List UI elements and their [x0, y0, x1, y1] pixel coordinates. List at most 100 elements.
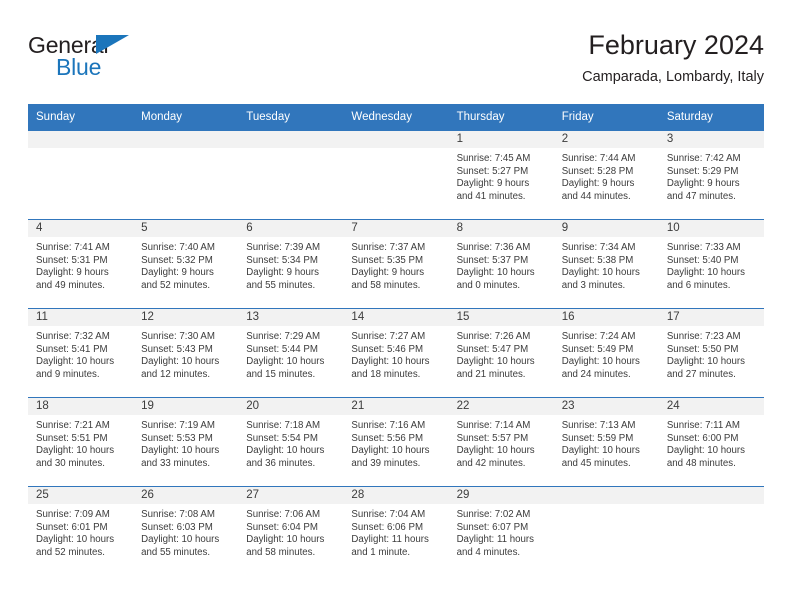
sunset-time: Sunset: 5:46 PM [351, 343, 424, 355]
sunset-time: Sunset: 6:00 PM [666, 432, 739, 444]
day-number: 16 [553, 309, 659, 326]
calendar-day-cell[interactable]: 14 Sunrise: 7:27 AM Sunset: 5:46 PM Dayligh… [343, 308, 449, 398]
sunrise-time: Sunrise: 7:18 AM [246, 420, 321, 431]
calendar-week-row: 11 Sunrise: 7:32 AM Sunset: 5:41 PM Dayligh… [28, 308, 764, 398]
daylight-duration-line2: and 48 minutes. [666, 457, 736, 469]
day-cell-inner: 2 Sunrise: 7:44 AM Sunset: 5:28 PM Daylight… [553, 131, 659, 219]
day-cell-inner: 24 Sunrise: 7:11 AM Sunset: 6:00 PM Dayligh… [658, 398, 764, 486]
calendar-day-cell[interactable]: 12 Sunrise: 7:30 AM Sunset: 5:43 PM Dayligh… [133, 308, 239, 398]
calendar-day-cell[interactable]: 13 Sunrise: 7:29 AM Sunset: 5:44 PM Dayligh… [238, 308, 344, 398]
day-cell-details: Sunrise: 7:09 AM Sunset: 6:01 PM Daylight:… [28, 504, 133, 559]
calendar-day-cell[interactable]: 7 Sunrise: 7:37 AM Sunset: 5:35 PM Daylight… [343, 219, 449, 309]
calendar-body: 1 Sunrise: 7:45 AM Sunset: 5:27 PM Daylight… [28, 130, 764, 575]
sunrise-time: Sunrise: 7:21 AM [36, 420, 110, 431]
daylight-duration-line2: and 41 minutes. [456, 190, 526, 202]
daylight-duration-line1: Daylight: 10 hours [456, 445, 535, 457]
sunset-time: Sunset: 5:54 PM [246, 432, 318, 444]
day-cell-details: Sunrise: 7:16 AM Sunset: 5:56 PM Daylight:… [343, 415, 448, 470]
calendar-day-cell[interactable]: 4 Sunrise: 7:41 AM Sunset: 5:31 PM Daylight… [28, 219, 134, 309]
day-cell-details: Sunrise: 7:26 AM Sunset: 5:47 PM Daylight:… [449, 326, 554, 381]
daylight-duration-line2: and 55 minutes. [141, 546, 211, 558]
day-cell-inner: 17 Sunrise: 7:23 AM Sunset: 5:50 PM Dayligh… [658, 309, 764, 397]
calendar-day-cell[interactable]: 22 Sunrise: 7:14 AM Sunset: 5:57 PM Dayligh… [448, 397, 554, 487]
day-cell-inner [343, 131, 449, 219]
day-cell-details: Sunrise: 7:19 AM Sunset: 5:53 PM Daylight:… [133, 415, 238, 470]
calendar-day-cell[interactable]: 27 Sunrise: 7:06 AM Sunset: 6:04 PM Dayligh… [238, 486, 344, 575]
calendar-day-cell[interactable]: 23 Sunrise: 7:13 AM Sunset: 5:59 PM Dayligh… [553, 397, 659, 487]
sunset-time: Sunset: 6:01 PM [36, 521, 108, 533]
sunrise-time: Sunrise: 7:32 AM [36, 331, 110, 342]
calendar-day-cell[interactable]: 1 Sunrise: 7:45 AM Sunset: 5:27 PM Daylight… [448, 130, 554, 220]
calendar-day-cell[interactable]: 6 Sunrise: 7:39 AM Sunset: 5:34 PM Daylight… [238, 219, 344, 309]
daylight-duration-line2: and 45 minutes. [561, 457, 631, 469]
day-cell-inner [553, 487, 659, 575]
daylight-duration-line1: Daylight: 10 hours [36, 445, 115, 457]
day-number: 2 [553, 131, 659, 148]
calendar-day-cell[interactable]: 17 Sunrise: 7:23 AM Sunset: 5:50 PM Dayligh… [658, 308, 764, 398]
calendar-day-cell[interactable]: 24 Sunrise: 7:11 AM Sunset: 6:00 PM Dayligh… [658, 397, 764, 487]
day-number [133, 131, 239, 148]
day-cell-inner [28, 131, 134, 219]
calendar-day-cell[interactable]: 10 Sunrise: 7:33 AM Sunset: 5:40 PM Dayligh… [658, 219, 764, 309]
calendar-day-cell[interactable]: 26 Sunrise: 7:08 AM Sunset: 6:03 PM Dayligh… [133, 486, 239, 575]
calendar-day-cell[interactable]: 3 Sunrise: 7:42 AM Sunset: 5:29 PM Daylight… [658, 130, 764, 220]
day-cell-inner: 16 Sunrise: 7:24 AM Sunset: 5:49 PM Dayligh… [553, 309, 659, 397]
calendar-day-cell[interactable]: 5 Sunrise: 7:40 AM Sunset: 5:32 PM Daylight… [133, 219, 239, 309]
general-blue-logo[interactable]: General Blue [28, 32, 268, 88]
calendar-day-cell[interactable]: 15 Sunrise: 7:26 AM Sunset: 5:47 PM Dayligh… [448, 308, 554, 398]
calendar-empty-cell [238, 130, 344, 220]
daylight-duration-line1: Daylight: 10 hours [36, 534, 115, 546]
sunrise-time: Sunrise: 7:23 AM [666, 331, 741, 342]
calendar-day-cell[interactable]: 20 Sunrise: 7:18 AM Sunset: 5:54 PM Dayligh… [238, 397, 344, 487]
calendar-day-cell[interactable]: 9 Sunrise: 7:34 AM Sunset: 5:38 PM Daylight… [553, 219, 659, 309]
calendar-day-cell[interactable]: 21 Sunrise: 7:16 AM Sunset: 5:56 PM Dayligh… [343, 397, 449, 487]
day-number: 9 [553, 220, 659, 237]
calendar-day-cell[interactable]: 19 Sunrise: 7:19 AM Sunset: 5:53 PM Dayligh… [133, 397, 239, 487]
day-number: 11 [28, 309, 134, 326]
page-subtitle: Camparada, Lombardy, Italy [582, 69, 764, 85]
day-number [28, 131, 134, 148]
daylight-duration-line2: and 6 minutes. [666, 279, 731, 291]
sunset-time: Sunset: 5:40 PM [666, 254, 739, 266]
day-cell-inner: 29 Sunrise: 7:02 AM Sunset: 6:07 PM Dayligh… [448, 487, 554, 575]
calendar-day-cell[interactable]: 29 Sunrise: 7:02 AM Sunset: 6:07 PM Dayligh… [448, 486, 554, 575]
sunrise-time: Sunrise: 7:08 AM [141, 509, 215, 520]
day-cell-details: Sunrise: 7:08 AM Sunset: 6:03 PM Daylight:… [133, 504, 238, 559]
day-cell-details: Sunrise: 7:13 AM Sunset: 5:59 PM Daylight:… [554, 415, 659, 470]
daylight-duration-line1: Daylight: 9 hours [141, 267, 214, 279]
calendar-day-cell[interactable]: 28 Sunrise: 7:04 AM Sunset: 6:06 PM Dayligh… [343, 486, 449, 575]
day-number: 1 [448, 131, 554, 148]
sunset-time: Sunset: 5:32 PM [141, 254, 213, 266]
day-cell-details: Sunrise: 7:37 AM Sunset: 5:35 PM Daylight:… [343, 237, 448, 292]
daylight-duration-line2: and 30 minutes. [36, 457, 105, 469]
daylight-duration-line2: and 15 minutes. [246, 368, 316, 380]
daylight-duration-line1: Daylight: 10 hours [561, 356, 640, 368]
sunset-time: Sunset: 5:57 PM [456, 432, 529, 444]
sunset-time: Sunset: 6:03 PM [141, 521, 213, 533]
calendar-day-cell[interactable]: 16 Sunrise: 7:24 AM Sunset: 5:49 PM Dayligh… [553, 308, 659, 398]
calendar-day-cell[interactable]: 11 Sunrise: 7:32 AM Sunset: 5:41 PM Dayligh… [28, 308, 134, 398]
day-number: 24 [658, 398, 764, 415]
calendar-day-cell[interactable]: 8 Sunrise: 7:36 AM Sunset: 5:37 PM Daylight… [448, 219, 554, 309]
day-number: 22 [448, 398, 554, 415]
calendar-empty-cell [343, 130, 449, 220]
sunset-time: Sunset: 5:29 PM [666, 165, 739, 177]
day-cell-details: Sunrise: 7:42 AM Sunset: 5:29 PM Daylight:… [659, 148, 764, 203]
day-cell-details: Sunrise: 7:14 AM Sunset: 5:57 PM Daylight:… [449, 415, 554, 470]
daylight-duration-line2: and 58 minutes. [246, 546, 316, 558]
sunrise-time: Sunrise: 7:44 AM [561, 153, 636, 164]
daylight-duration-line2: and 47 minutes. [666, 190, 736, 202]
daylight-duration-line2: and 42 minutes. [456, 457, 526, 469]
day-cell-details: Sunrise: 7:40 AM Sunset: 5:32 PM Daylight:… [133, 237, 238, 292]
weekday-header-monday: Monday [133, 104, 239, 131]
sunrise-time: Sunrise: 7:13 AM [561, 420, 636, 431]
day-cell-details: Sunrise: 7:45 AM Sunset: 5:27 PM Daylight:… [449, 148, 554, 203]
day-number: 17 [658, 309, 764, 326]
day-cell-inner: 26 Sunrise: 7:08 AM Sunset: 6:03 PM Dayligh… [133, 487, 239, 575]
sunset-time: Sunset: 5:59 PM [561, 432, 634, 444]
calendar-day-cell[interactable]: 2 Sunrise: 7:44 AM Sunset: 5:28 PM Daylight… [553, 130, 659, 220]
calendar-day-cell[interactable]: 18 Sunrise: 7:21 AM Sunset: 5:51 PM Dayligh… [28, 397, 134, 487]
calendar-day-cell[interactable]: 25 Sunrise: 7:09 AM Sunset: 6:01 PM Dayligh… [28, 486, 134, 575]
daylight-duration-line1: Daylight: 9 hours [561, 178, 635, 190]
day-cell-details: Sunrise: 7:06 AM Sunset: 6:04 PM Daylight:… [238, 504, 343, 559]
